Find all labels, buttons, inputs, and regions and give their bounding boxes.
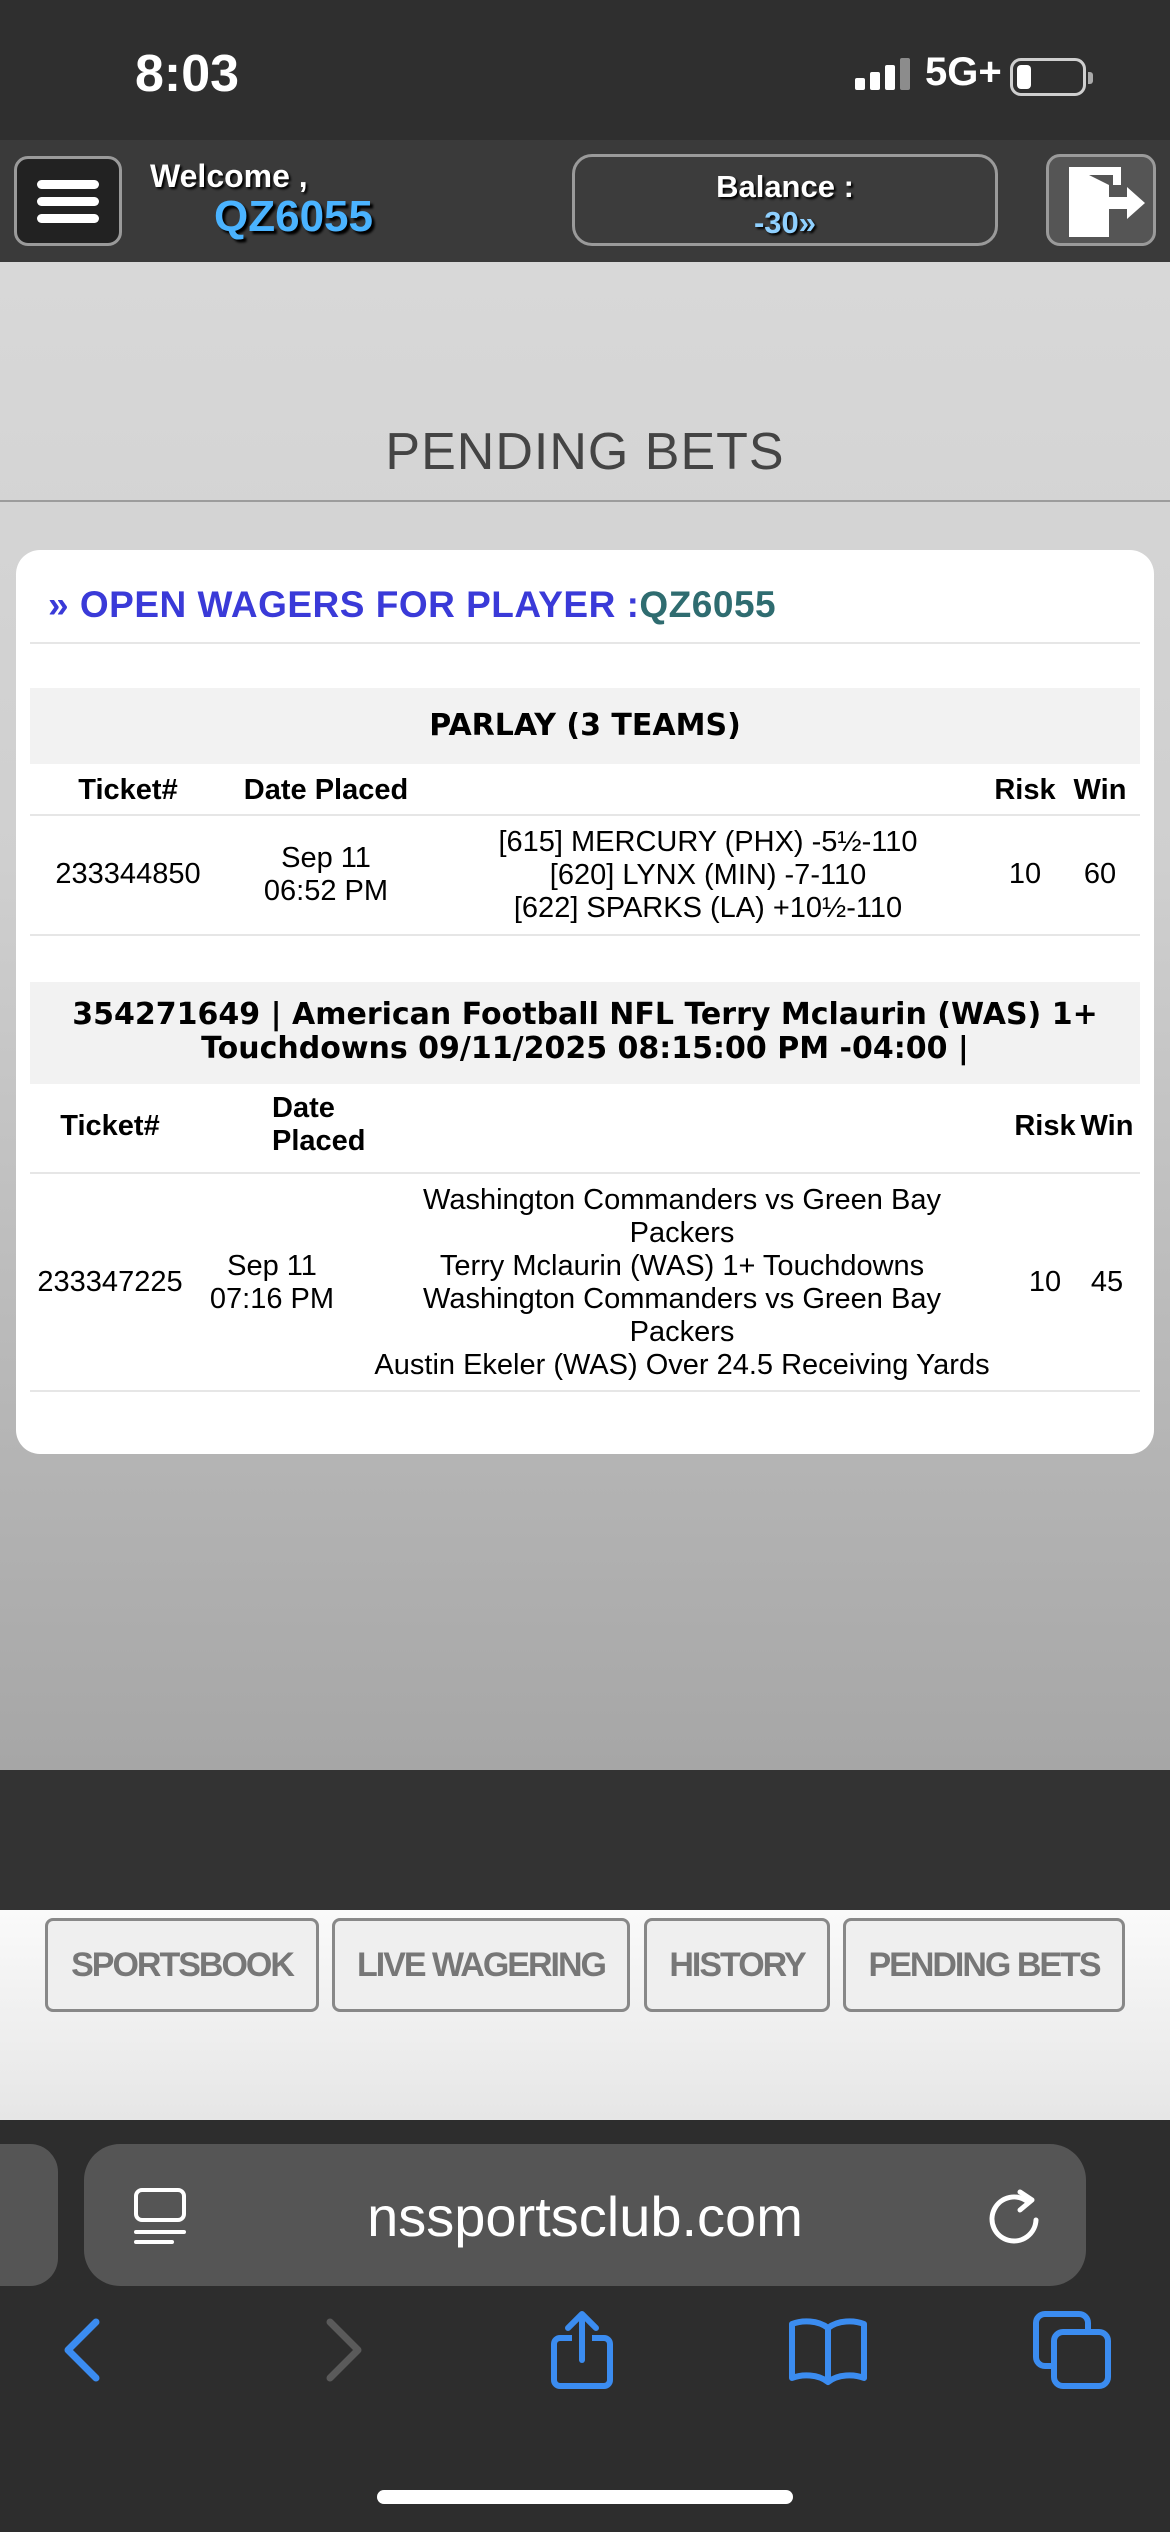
win-amount: 60 xyxy=(1083,858,1117,890)
network-type: 5G+ xyxy=(925,50,1002,94)
bet-title-line: Touchdowns 09/11/2025 08:15:00 PM -04:00… xyxy=(201,1031,969,1066)
col-date-line: Placed xyxy=(272,1125,366,1157)
browser-toolbar: nssportsclub.com xyxy=(0,2120,1170,2532)
page-title: PENDING BETS xyxy=(385,423,785,481)
date-placed: Sep 11 07:16 PM xyxy=(190,1250,354,1316)
menu-button[interactable] xyxy=(14,156,122,246)
risk-amount: 10 xyxy=(1028,1266,1062,1298)
share-icon[interactable] xyxy=(542,2310,622,2390)
bet-leg: Washington Commanders vs Green Bay xyxy=(423,1184,941,1216)
col-date-line: Date xyxy=(272,1092,335,1124)
col-date: Date Placed xyxy=(243,774,409,806)
footer-band xyxy=(0,1770,1170,1910)
logout-icon xyxy=(1069,167,1145,237)
welcome-label: Welcome , xyxy=(150,158,308,194)
bet-leg: Washington Commanders vs Green Bay xyxy=(423,1283,941,1315)
bet-title-line: 354271649 | American Football NFL Terry … xyxy=(72,997,1098,1032)
divider xyxy=(0,500,1170,502)
address-bar[interactable]: nssportsclub.com xyxy=(84,2144,1086,2286)
divider xyxy=(30,1172,1140,1174)
col-win: Win xyxy=(1080,1110,1134,1142)
date-placed: Sep 11 06:52 PM xyxy=(226,842,426,908)
heading-player: QZ6055 xyxy=(639,584,777,625)
date-time: 06:52 PM xyxy=(263,875,389,907)
col-ticket: Ticket# xyxy=(60,1110,160,1142)
bet-row: 233344850 Sep 11 06:52 PM [615] MERCURY … xyxy=(30,820,1140,930)
bet-row: 233347225 Sep 11 07:16 PM Washington Com… xyxy=(30,1178,1140,1388)
ticket-number: 233344850 xyxy=(55,858,201,890)
reload-icon[interactable] xyxy=(984,2184,1044,2244)
home-indicator xyxy=(377,2490,793,2504)
date-day: Sep 11 xyxy=(227,1250,317,1282)
ticket-number: 233347225 xyxy=(37,1266,183,1298)
risk-amount: 10 xyxy=(1008,858,1042,890)
col-risk: Risk xyxy=(994,774,1056,806)
bet-leg: [615] MERCURY (PHX) -5½-110 xyxy=(498,826,918,858)
back-icon[interactable] xyxy=(46,2310,126,2390)
divider xyxy=(30,814,1140,816)
previous-tab[interactable] xyxy=(0,2144,58,2286)
url-text[interactable]: nssportsclub.com xyxy=(84,2184,1086,2249)
nav-tabs: SPORTSBOOK LIVE WAGERING HISTORY PENDING… xyxy=(0,1910,1170,2120)
main-content: PENDING BETS » OPEN WAGERS FOR PLAYER :Q… xyxy=(0,262,1170,1770)
bookmarks-icon[interactable] xyxy=(788,2310,868,2390)
bet-title: 354271649 | American Football NFL Terry … xyxy=(30,982,1140,1084)
bet-leg: [622] SPARKS (LA) +10½-110 xyxy=(513,892,903,924)
status-time: 8:03 xyxy=(135,45,240,103)
signal-icon xyxy=(855,58,910,90)
balance-box[interactable]: Balance : -30» xyxy=(572,154,998,246)
battery-icon xyxy=(1010,58,1093,96)
forward-icon[interactable] xyxy=(300,2310,380,2390)
tabs-icon[interactable] xyxy=(1032,2310,1112,2390)
bet-leg: Austin Ekeler (WAS) Over 24.5 Receiving … xyxy=(374,1349,990,1381)
bet-title: PARLAY (3 TEAMS) xyxy=(30,688,1140,764)
col-risk: Risk xyxy=(1014,1110,1076,1142)
username: QZ6055 xyxy=(214,192,373,241)
divider xyxy=(30,642,1140,644)
bet-details: [615] MERCURY (PHX) -5½-110 [620] LYNX (… xyxy=(426,826,990,925)
heading-prefix: » OPEN WAGERS FOR PLAYER : xyxy=(48,584,640,625)
balance-value: -30» xyxy=(753,205,817,240)
col-ticket: Ticket# xyxy=(78,774,178,806)
tab-sportsbook[interactable]: SPORTSBOOK xyxy=(45,1918,319,2012)
tab-pending-bets[interactable]: PENDING BETS xyxy=(843,1918,1125,2012)
date-day: Sep 11 xyxy=(281,842,371,874)
bet-title-line: PARLAY (3 TEAMS) xyxy=(429,708,741,743)
divider xyxy=(30,934,1140,936)
tab-live-wagering[interactable]: LIVE WAGERING xyxy=(332,1918,630,2012)
tab-history[interactable]: HISTORY xyxy=(644,1918,830,2012)
bet-leg: Packers xyxy=(629,1217,735,1249)
open-wagers-heading: » OPEN WAGERS FOR PLAYER :QZ6055 xyxy=(48,584,776,626)
bet-leg: Packers xyxy=(629,1316,735,1348)
app-header: Welcome , QZ6055 Balance : -30» xyxy=(0,140,1170,262)
bet-leg: Terry Mclaurin (WAS) 1+ Touchdowns xyxy=(439,1250,925,1282)
status-bar: 8:03 5G+ xyxy=(0,0,1170,140)
bet-columns: Ticket# Date Placed Risk Win xyxy=(30,774,1140,824)
win-amount: 45 xyxy=(1090,1266,1124,1298)
divider xyxy=(30,1390,1140,1392)
bet-leg: [620] LYNX (MIN) -7-110 xyxy=(549,859,867,891)
bet-columns: Ticket# Date Placed Risk Win xyxy=(30,1092,1140,1164)
open-wagers-card: » OPEN WAGERS FOR PLAYER :QZ6055 PARLAY … xyxy=(16,550,1154,1454)
date-time: 07:16 PM xyxy=(209,1283,335,1315)
col-date: Date Placed xyxy=(190,1092,366,1157)
col-win: Win xyxy=(1073,774,1127,806)
logout-button[interactable] xyxy=(1046,154,1156,246)
bet-details: Washington Commanders vs Green Bay Packe… xyxy=(354,1184,1010,1382)
balance-label: Balance : xyxy=(716,169,854,204)
